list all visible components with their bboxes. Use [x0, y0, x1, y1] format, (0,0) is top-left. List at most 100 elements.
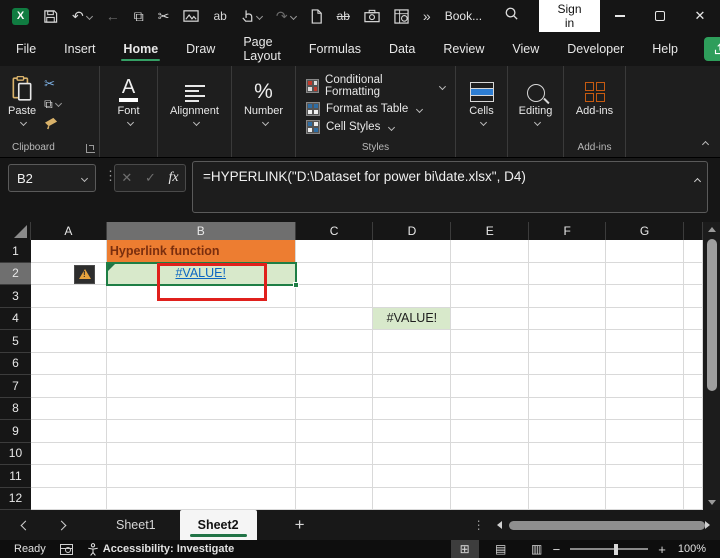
insert-function-icon[interactable]: fx [169, 170, 179, 186]
zoom-in-icon[interactable]: + [656, 542, 668, 557]
cell-e9[interactable] [451, 420, 529, 443]
cell-e12[interactable] [451, 488, 529, 511]
cell-f9[interactable] [529, 420, 606, 443]
cell-g8[interactable] [606, 398, 684, 421]
cell-b6[interactable] [107, 353, 296, 376]
cell-f10[interactable] [529, 443, 606, 466]
editing-button[interactable]: Editing [508, 72, 563, 125]
cell-e6[interactable] [451, 353, 529, 376]
row-header-2[interactable]: 2 [0, 263, 31, 286]
search-icon[interactable] [504, 6, 519, 26]
normal-view-icon[interactable]: ⊞ [451, 540, 479, 558]
cell-a5[interactable] [31, 330, 107, 353]
zoom-slider-thumb[interactable] [614, 544, 618, 555]
new-file-icon[interactable] [310, 9, 323, 24]
cell-partial-6[interactable] [684, 353, 703, 376]
tab-scroll-divider[interactable]: ⋮ [473, 518, 485, 532]
formula-input[interactable]: =HYPERLINK("D:\Dataset for power bi\date… [192, 161, 708, 213]
cell-e3[interactable] [451, 285, 529, 308]
vertical-scrollbar[interactable] [703, 222, 720, 510]
tab-sheet1[interactable]: Sheet1 [98, 510, 174, 540]
page-layout-view-icon[interactable]: ▤ [487, 540, 515, 558]
zoom-out-icon[interactable]: − [551, 542, 563, 557]
minimize-button[interactable] [600, 0, 640, 32]
cell-g10[interactable] [606, 443, 684, 466]
cut-button[interactable]: ✂ [44, 76, 61, 92]
undo-icon[interactable]: ↶ [72, 8, 92, 25]
cell-f3[interactable] [529, 285, 606, 308]
cell-g2[interactable] [606, 263, 684, 286]
cell-g3[interactable] [606, 285, 684, 308]
cell-c7[interactable] [296, 375, 374, 398]
format-as-table-button[interactable]: Format as Table [306, 102, 445, 116]
cell-a4[interactable] [31, 308, 107, 331]
cell-f4[interactable] [529, 308, 606, 331]
cell-b11[interactable] [107, 465, 296, 488]
cell-partial-2[interactable] [684, 263, 703, 286]
menu-file[interactable]: File [14, 36, 38, 62]
cell-partial-1[interactable] [684, 240, 703, 263]
cell-partial-8[interactable] [684, 398, 703, 421]
strikethrough-icon[interactable]: ab [337, 9, 350, 23]
find-replace-icon[interactable]: ab [213, 9, 226, 23]
cell-e4[interactable] [451, 308, 529, 331]
close-button[interactable]: ✕ [680, 0, 720, 32]
menu-developer[interactable]: Developer [565, 36, 626, 62]
cell-e2[interactable] [451, 263, 529, 286]
cell-e5[interactable] [451, 330, 529, 353]
cell-e1[interactable] [451, 240, 529, 263]
row-header-5[interactable]: 5 [0, 330, 31, 353]
column-header-partial[interactable] [684, 222, 703, 240]
cell-d7[interactable] [373, 375, 451, 398]
cell-c2[interactable] [296, 263, 374, 286]
cell-partial-12[interactable] [684, 488, 703, 511]
row-header-8[interactable]: 8 [0, 398, 31, 421]
cell-f12[interactable] [529, 488, 606, 511]
cell-d12[interactable] [373, 488, 451, 511]
column-header-a[interactable]: A [31, 222, 107, 240]
cell-g9[interactable] [606, 420, 684, 443]
cell-a10[interactable] [31, 443, 107, 466]
cell-f11[interactable] [529, 465, 606, 488]
column-header-d[interactable]: D [373, 222, 451, 240]
next-sheet-icon[interactable] [50, 522, 72, 529]
accessibility-status[interactable]: Accessibility: Investigate [87, 543, 234, 556]
row-header-11[interactable]: 11 [0, 465, 31, 488]
copy-button[interactable]: ⧉ [44, 97, 61, 112]
zoom-level[interactable]: 100% [678, 543, 706, 555]
save-icon[interactable] [43, 9, 58, 24]
cell-d6[interactable] [373, 353, 451, 376]
cell-c9[interactable] [296, 420, 374, 443]
cell-b10[interactable] [107, 443, 296, 466]
format-painter-button[interactable] [44, 117, 61, 135]
horizontal-scroll-thumb[interactable] [509, 521, 705, 530]
sign-in-button[interactable]: Sign in [539, 0, 600, 35]
row-header-6[interactable]: 6 [0, 353, 31, 376]
menu-data[interactable]: Data [387, 36, 417, 62]
cell-d9[interactable] [373, 420, 451, 443]
cell-partial-4[interactable] [684, 308, 703, 331]
conditional-formatting-button[interactable]: Conditional Formatting [306, 74, 445, 98]
cell-c3[interactable] [296, 285, 374, 308]
cell-a9[interactable] [31, 420, 107, 443]
scroll-up-icon[interactable] [708, 227, 716, 232]
cell-d1[interactable] [373, 240, 451, 263]
font-button[interactable]: A Font [100, 72, 157, 125]
error-warning-button[interactable] [74, 265, 95, 284]
enter-icon[interactable]: ✓ [145, 170, 156, 186]
cell-d11[interactable] [373, 465, 451, 488]
cell-d10[interactable] [373, 443, 451, 466]
menu-formulas[interactable]: Formulas [307, 36, 363, 62]
menu-page-layout[interactable]: Page Layout [241, 29, 283, 69]
menu-home[interactable]: Home [121, 36, 160, 62]
menu-view[interactable]: View [510, 36, 541, 62]
cell-d2[interactable] [373, 263, 451, 286]
column-header-c[interactable]: C [296, 222, 374, 240]
cell-f6[interactable] [529, 353, 606, 376]
camera-icon[interactable] [364, 9, 380, 23]
cell-g5[interactable] [606, 330, 684, 353]
cell-c8[interactable] [296, 398, 374, 421]
scroll-left-icon[interactable] [497, 521, 502, 529]
cell-c6[interactable] [296, 353, 374, 376]
cell-b2[interactable]: #VALUE! [107, 263, 296, 286]
